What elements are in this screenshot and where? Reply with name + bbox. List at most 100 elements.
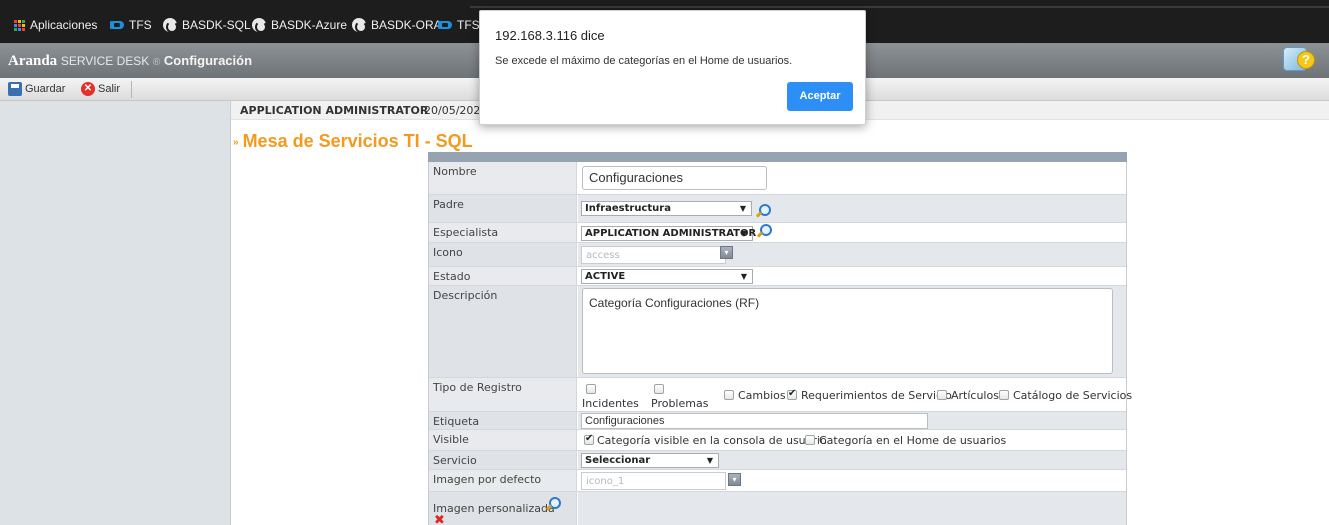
delete-icon[interactable]: ✖ — [434, 513, 445, 525]
bookmark-basdk-sql[interactable]: BASDK-SQL — [163, 18, 251, 33]
brand-separator: ® — [152, 57, 161, 68]
visible-in-console-checkbox[interactable] — [584, 433, 594, 445]
option-label: Categoría visible en la consola de usuar… — [597, 434, 827, 447]
field-label-text: Imagen personalizada — [433, 502, 555, 515]
field-label: Etiqueta — [429, 412, 577, 429]
field-label: Visible — [429, 430, 577, 450]
search-icon[interactable] — [545, 497, 561, 511]
chevron-down-icon[interactable]: ▾ — [728, 473, 741, 486]
globe-icon — [163, 18, 178, 33]
option-label: Categoría en el Home de usuarios — [819, 434, 1007, 447]
close-icon: ✕ — [81, 82, 95, 96]
default-image-input[interactable]: icono_1 — [581, 472, 726, 490]
page-title-text: Mesa de Servicios TI - SQL — [242, 131, 473, 151]
status-select[interactable]: ACTIVE ▼ — [581, 269, 753, 284]
bookmark-tfs[interactable]: TFS — [110, 18, 152, 32]
incidents-checkbox[interactable] — [586, 384, 596, 394]
bullet-icon: » — [233, 136, 239, 148]
row-visible: Visible Categoría visible en la consola … — [429, 430, 1126, 451]
row-servicio: Servicio Seleccionar ▼ — [429, 451, 1126, 470]
row-padre: Padre Infraestructura ▼ — [429, 195, 1126, 223]
specialist-select-value: APPLICATION ADMINISTRATOR — [585, 228, 757, 239]
search-icon[interactable] — [756, 224, 772, 238]
parent-select[interactable]: Infraestructura ▼ — [581, 201, 752, 216]
bookmark-aplicaciones[interactable]: Aplicaciones — [14, 18, 97, 32]
search-icon[interactable] — [755, 204, 771, 218]
bookmark-basdk-azure[interactable]: BASDK-Azure — [252, 18, 348, 33]
alert-dialog: 192.168.3.116 dice Se excede el máximo d… — [479, 10, 866, 125]
brand-logo: Aranda SERVICE DESK ® Configuración — [8, 53, 252, 70]
save-label: Guardar — [25, 83, 66, 95]
exit-button[interactable]: ✕ Salir — [81, 82, 120, 96]
visual-studio-icon — [110, 20, 124, 30]
field-label: Imagen personalizada ✖ — [429, 492, 577, 525]
chevron-down-icon: ▼ — [706, 456, 713, 465]
field-label: Tipo de Registro — [429, 378, 577, 411]
row-imagen-defecto: Imagen por defecto icono_1 ▾ — [429, 470, 1126, 492]
apps-grid-icon — [14, 19, 25, 31]
row-icono: Icono access ▾ — [429, 243, 1126, 267]
save-button[interactable]: Guardar — [8, 82, 65, 96]
current-date: 20/05/2020 — [424, 104, 488, 117]
field-label: Imagen por defecto — [429, 470, 577, 491]
field-label: Especialista — [429, 223, 577, 242]
toolbar-divider — [131, 81, 132, 98]
field-label: Descripción — [429, 286, 577, 377]
section-title: Configuración — [163, 53, 253, 68]
name-input[interactable]: Configuraciones — [582, 166, 767, 190]
field-label: Estado — [429, 267, 577, 285]
changes-checkbox[interactable] — [724, 390, 734, 400]
category-form: Nombre Configuraciones Padre Infraestruc… — [428, 162, 1132, 525]
articles-checkbox[interactable] — [937, 390, 947, 400]
left-panel — [0, 101, 231, 525]
bookmark-label: Aplicaciones — [30, 18, 98, 32]
problems-checkbox[interactable] — [654, 384, 664, 394]
chevron-down-icon: ▼ — [739, 204, 746, 213]
help-icon[interactable]: ? — [1283, 45, 1317, 75]
option-label: Problemas — [651, 397, 709, 410]
dialog-title: 192.168.3.116 dice — [495, 28, 605, 43]
parent-select-value: Infraestructura — [585, 203, 671, 214]
field-label: Icono — [429, 243, 577, 266]
bookmark-label: BASDK-Azure — [271, 18, 348, 32]
row-imagen-personalizada: Imagen personalizada ✖ — [429, 492, 1126, 525]
home-users-checkbox[interactable] — [805, 435, 815, 445]
row-etiqueta: Etiqueta Configuraciones — [429, 412, 1126, 430]
description-textarea[interactable]: Categoría Configuraciones (RF) — [582, 288, 1113, 374]
bookmark-label: BASDK-SQL — [182, 18, 251, 32]
service-requests-checkbox[interactable] — [787, 388, 797, 400]
floppy-disk-icon — [8, 82, 22, 96]
address-bar-edge — [470, 6, 1329, 8]
option-label: Artículos — [951, 389, 999, 402]
field-label: Servicio — [429, 451, 577, 469]
row-descripcion: Descripción Categoría Configuraciones (R… — [429, 286, 1126, 378]
option-label: Incidentes — [582, 397, 639, 410]
icon-input[interactable]: access — [581, 246, 726, 264]
visual-studio-icon — [438, 20, 452, 30]
label-input[interactable]: Configuraciones — [581, 413, 928, 429]
form-header-bar — [428, 152, 1127, 162]
bookmark-tfs-2[interactable]: TFS — [438, 18, 480, 32]
current-user: APPLICATION ADMINISTRATOR — [240, 104, 429, 117]
specialist-select[interactable]: APPLICATION ADMINISTRATOR ▼ — [581, 226, 757, 241]
bookmark-label: TFS — [129, 18, 152, 32]
option-label: Catálogo de Servicios — [1013, 389, 1133, 402]
accept-button[interactable]: Aceptar — [787, 82, 853, 111]
globe-icon — [252, 18, 267, 33]
chevron-down-icon[interactable]: ▾ — [720, 246, 733, 259]
service-select-value: Seleccionar — [585, 455, 651, 466]
bookmark-label: TFS — [457, 18, 480, 32]
dialog-message: Se excede el máximo de categorías en el … — [495, 55, 793, 67]
page-title: » Mesa de Servicios TI - SQL — [233, 131, 473, 152]
bookmark-basdk-ora[interactable]: BASDK-ORA — [352, 18, 442, 33]
service-select[interactable]: Seleccionar ▼ — [581, 453, 719, 468]
row-nombre: Nombre Configuraciones — [429, 162, 1126, 195]
service-catalog-checkbox[interactable] — [999, 390, 1009, 400]
row-especialista: Especialista APPLICATION ADMINISTRATOR ▼ — [429, 223, 1126, 243]
row-estado: Estado ACTIVE ▼ — [429, 267, 1126, 286]
field-label: Padre — [429, 195, 577, 222]
status-select-value: ACTIVE — [585, 271, 626, 282]
brand-name: Aranda — [8, 53, 58, 69]
row-tipo-registro: Tipo de Registro Incidentes Problemas Ca… — [429, 378, 1132, 412]
chevron-down-icon: ▼ — [740, 229, 747, 238]
